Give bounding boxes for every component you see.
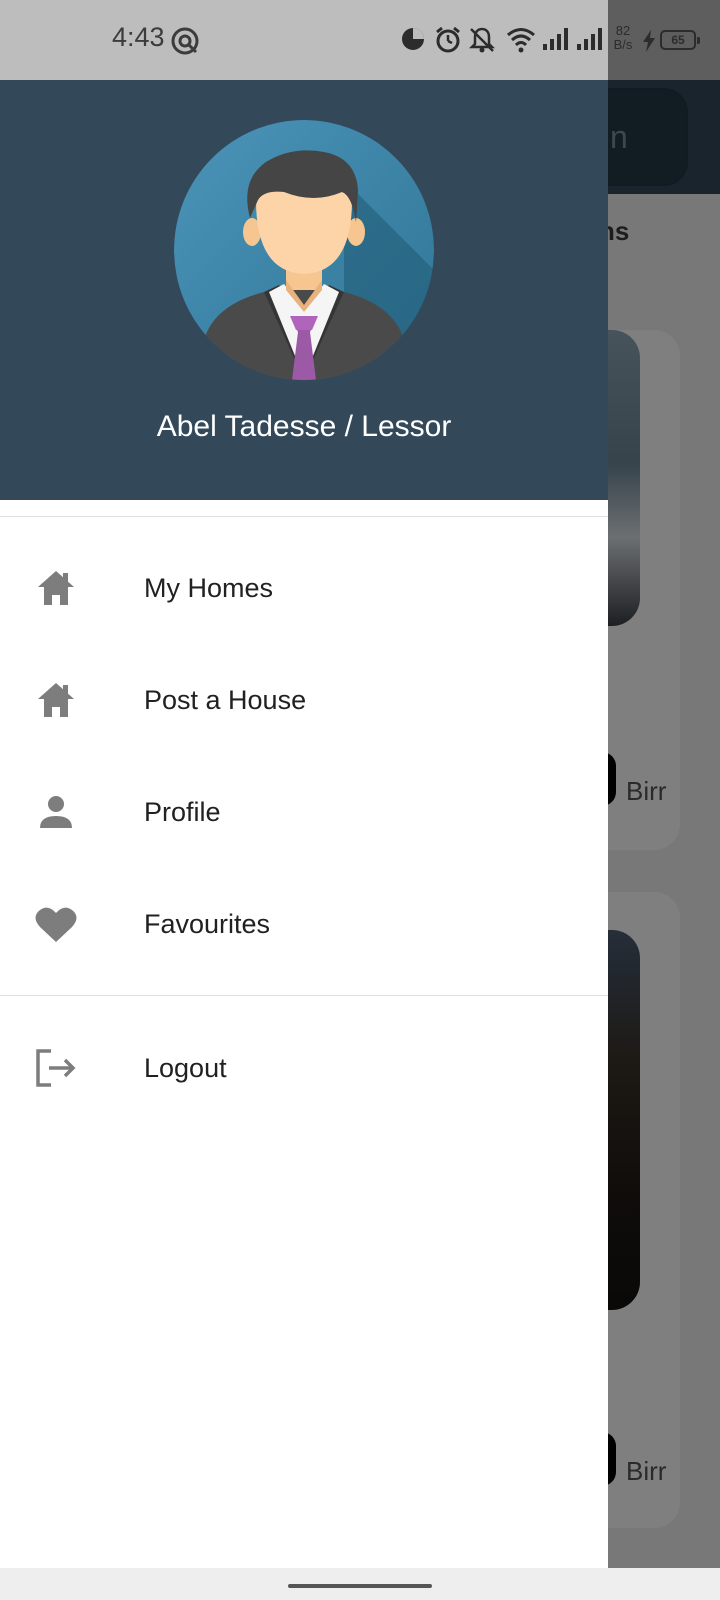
at-sign-icon [171,27,199,55]
status-time: 4:43 [112,22,165,52]
user-name: Abel Tadesse / Lessor [156,410,452,443]
charging-icon [643,30,655,52]
navigation-drawer: Abel Tadesse / Lessor My Homes Post a Ho… [0,80,608,1568]
notifications-off-icon [468,27,496,53]
battery-icon: 65 [660,30,700,50]
status-bar: 4:43 82 B/s 65 [0,0,720,80]
avatar-illustration [174,120,434,380]
divider [0,516,608,517]
menu-item-label: My Homes [144,572,274,603]
menu-item-label: Post a House [144,684,307,715]
network-speed: 82 B/s [610,24,636,52]
avatar [174,120,434,380]
alarm-icon [436,26,460,53]
wifi-icon [507,28,535,53]
menu-item-profile[interactable]: Profile [0,756,608,868]
signal-strength-icon [543,28,568,50]
menu-item-my-homes[interactable]: My Homes [0,532,608,644]
menu-item-label: Favourites [144,908,271,939]
menu-item-logout[interactable]: Logout [0,1012,608,1124]
home-gesture-handle[interactable] [288,1584,432,1588]
menu-item-label: Profile [144,796,221,827]
house-icon [34,678,78,722]
signal-strength-icon [577,28,602,50]
person-icon [34,790,78,834]
divider [0,995,608,996]
network-speed-unit: B/s [613,37,633,52]
menu-item-favourites[interactable]: Favourites [0,868,608,980]
heart-icon [34,902,78,946]
drawer-header: Abel Tadesse / Lessor [0,80,608,500]
house-icon [34,566,78,610]
logout-icon [34,1046,78,1090]
network-speed-value: 82 [615,23,631,38]
system-nav-bar [0,1568,720,1600]
menu-item-post-a-house[interactable]: Post a House [0,644,608,756]
data-saver-icon [402,28,424,50]
menu-item-label: Logout [144,1052,227,1083]
